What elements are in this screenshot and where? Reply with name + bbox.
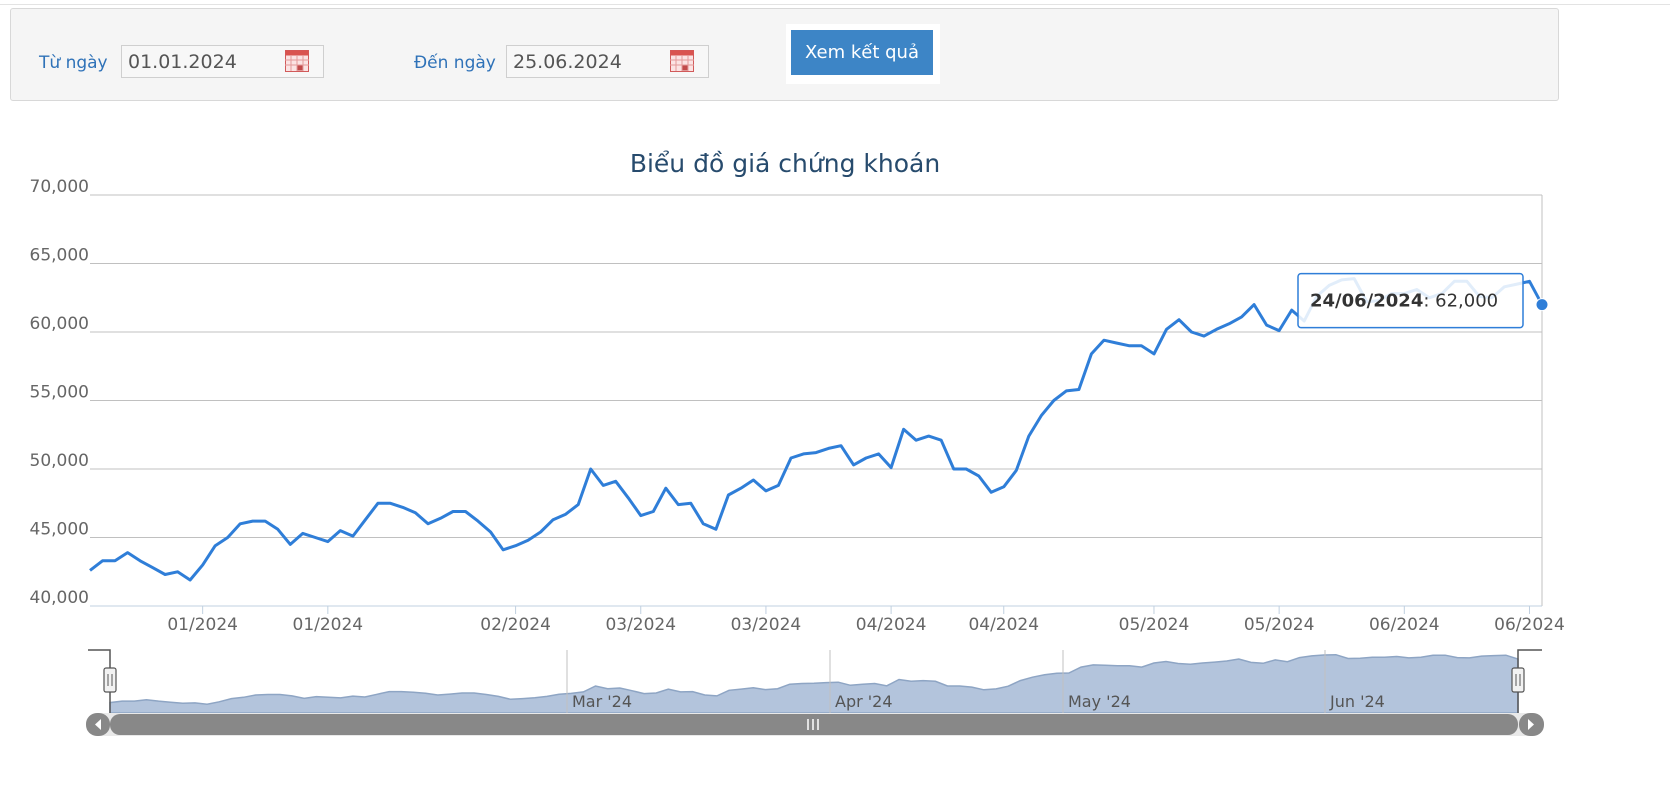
tooltip-value: 62,000 <box>1435 291 1498 312</box>
navigator-month-label: Jun '24 <box>1329 692 1385 711</box>
x-tick-label: 04/2024 <box>968 615 1039 635</box>
tooltip-separator: : <box>1423 291 1435 312</box>
tooltip-text: 24/06/2024: 62,000 <box>1310 291 1498 312</box>
to-date-field[interactable]: 25.06.2024 <box>506 45 709 78</box>
x-axis: 01/2024 01/2024 02/2024 03/2024 03/2024 04/20… <box>90 605 1565 635</box>
y-tick-label: 70,000 <box>30 177 89 197</box>
submit-button-wrapper: Xem kết quả <box>786 24 940 84</box>
y-tick-label: 45,000 <box>30 520 89 540</box>
navigator-month-label: Apr '24 <box>835 692 893 711</box>
navigator-area <box>109 653 1519 714</box>
x-tick-label: 01/2024 <box>167 615 238 635</box>
x-tick-label: 01/2024 <box>293 615 364 635</box>
tooltip-date: 24/06/2024 <box>1310 291 1423 312</box>
from-date-label: Từ ngày <box>39 53 108 73</box>
x-tick-label: 06/2024 <box>1494 615 1565 635</box>
x-tick-label: 03/2024 <box>605 615 676 635</box>
y-tick-label: 65,000 <box>30 246 89 266</box>
navigator[interactable]: Mar '24 Apr '24 May '24 Jun '24 <box>86 649 1544 736</box>
navigator-month-label: May '24 <box>1068 692 1131 711</box>
y-tick-label: 55,000 <box>30 383 89 403</box>
x-tick-label: 06/2024 <box>1369 615 1440 635</box>
x-tick-label: 04/2024 <box>856 615 927 635</box>
stock-price-chart: Biểu đồ giá chứng khoán 40,000 45,000 50,0… <box>30 149 1565 736</box>
date-filter-panel: Từ ngày 01.01.2024 Đến ngày 25.06.2024 <box>10 8 1559 101</box>
x-tick-label: 05/2024 <box>1244 615 1315 635</box>
x-tick-label: 03/2024 <box>731 615 802 635</box>
chart-title: Biểu đồ giá chứng khoán <box>630 149 940 178</box>
tooltip: 24/06/2024: 62,000 <box>1297 272 1524 329</box>
view-results-button[interactable]: Xem kết quả <box>791 30 933 75</box>
y-tick-label: 40,000 <box>30 588 89 608</box>
chart-gridlines <box>90 194 1543 607</box>
navigator-month-label: Mar '24 <box>572 692 632 711</box>
calendar-icon[interactable] <box>285 50 309 72</box>
scroll-right-button[interactable] <box>1519 713 1544 736</box>
to-date-label: Đến ngày <box>414 53 496 73</box>
y-axis: 40,000 45,000 50,000 55,000 60,000 65,000 70,0… <box>30 177 89 608</box>
from-date-value: 01.01.2024 <box>128 51 237 73</box>
y-tick-label: 50,000 <box>30 451 89 471</box>
navigator-handle-right[interactable] <box>1511 667 1525 693</box>
scroll-left-button[interactable] <box>86 713 110 736</box>
top-divider <box>0 0 1670 5</box>
hover-point[interactable] <box>1535 298 1549 312</box>
navigator-handle-left[interactable] <box>103 667 117 693</box>
y-tick-label: 60,000 <box>30 314 89 334</box>
to-date-value: 25.06.2024 <box>513 51 622 73</box>
x-tick-label: 02/2024 <box>480 615 551 635</box>
scrollbar-thumb[interactable] <box>110 714 1518 735</box>
x-tick-label: 05/2024 <box>1119 615 1190 635</box>
calendar-icon[interactable] <box>670 50 694 72</box>
from-date-field[interactable]: 01.01.2024 <box>121 45 324 78</box>
